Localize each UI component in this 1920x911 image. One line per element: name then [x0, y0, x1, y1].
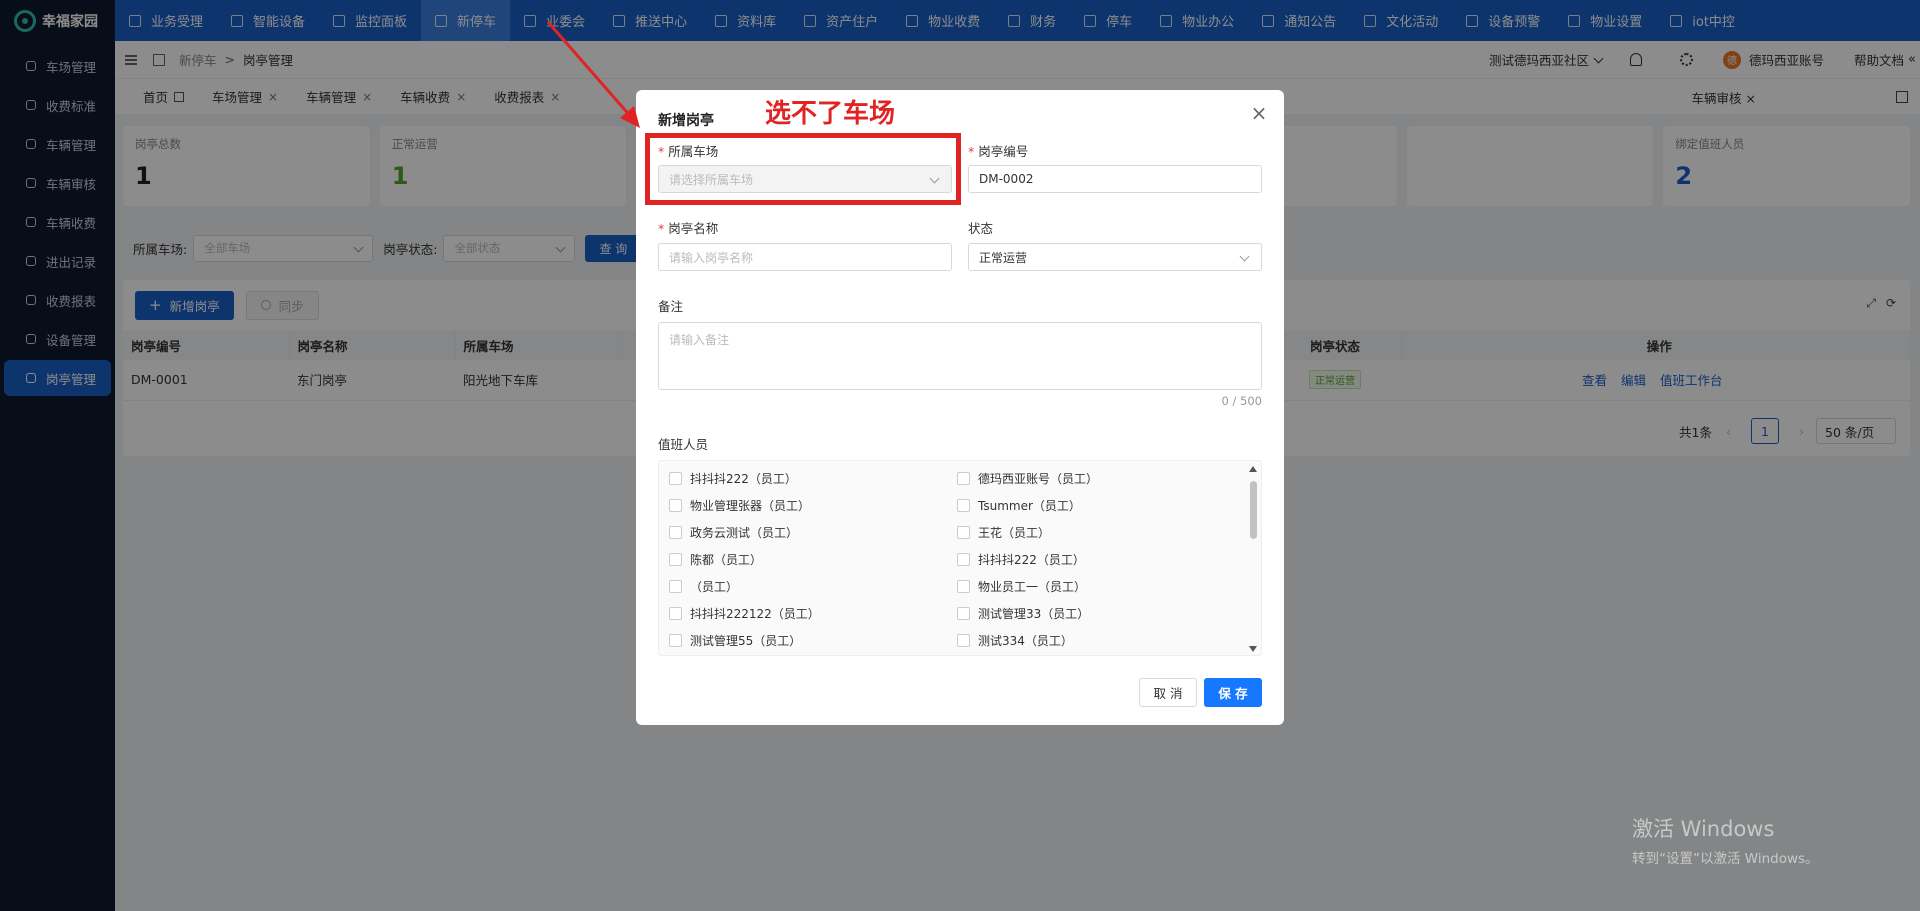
- checkbox[interactable]: [957, 472, 970, 485]
- checkbox[interactable]: [957, 607, 970, 620]
- scroll-up-icon[interactable]: [1249, 466, 1257, 472]
- duty-staff-checkbox[interactable]: 抖抖抖222（员工）: [669, 465, 957, 492]
- name-input[interactable]: 请输入岗亭名称: [658, 243, 952, 271]
- duty-staff-name: Tsummer（员工）: [978, 499, 1081, 513]
- duty-staff-name: 政务云测试（员工）: [690, 526, 799, 540]
- duty-staff-checkbox[interactable]: Tsummer（员工）: [957, 492, 1245, 519]
- required-mark: *: [968, 144, 975, 159]
- duty-staff-checkbox[interactable]: 王花（员工）: [957, 519, 1245, 546]
- os-activation-watermark: 激活 Windows 转到“设置”以激活 Windows。: [1632, 813, 1819, 867]
- duty-staff-checkbox[interactable]: 测试管理33（员工）: [957, 600, 1245, 627]
- scroll-down-icon[interactable]: [1249, 646, 1257, 652]
- duty-staff-name: 王花（员工）: [978, 526, 1051, 540]
- duty-staff-checkbox[interactable]: 德玛西亚账号（员工）: [957, 465, 1245, 492]
- checkbox[interactable]: [957, 580, 970, 593]
- duty-staff-name: 测试管理33（员工）: [978, 607, 1090, 621]
- cancel-button[interactable]: 取 消: [1139, 678, 1197, 707]
- save-button[interactable]: 保 存: [1204, 678, 1262, 707]
- name-label-text: 岗亭名称: [668, 221, 719, 236]
- watermark-line-2: 转到“设置”以激活 Windows。: [1632, 851, 1819, 867]
- duty-staff-checkbox[interactable]: 物业管理张器（员工）: [669, 492, 957, 519]
- code-field-label: * 岗亭编号: [968, 141, 1028, 160]
- duty-staff-grid: 抖抖抖222（员工） 德玛西亚账号（员工） 物业管理张器（员工） Tsummer（员工…: [669, 465, 1244, 654]
- duty-staff-checkbox[interactable]: 陈都（员工）: [669, 546, 957, 573]
- duty-staff-name: 物业员工一（员工）: [978, 580, 1087, 594]
- code-input[interactable]: DM-0002: [968, 165, 1262, 193]
- checkbox[interactable]: [669, 580, 682, 593]
- checkbox[interactable]: [669, 607, 682, 620]
- remark-field-label: 备注: [658, 299, 684, 314]
- duty-staff-list: 抖抖抖222（员工） 德玛西亚账号（员工） 物业管理张器（员工） Tsummer（员工…: [658, 460, 1262, 656]
- duty-staff-name: 德玛西亚账号（员工）: [978, 472, 1099, 486]
- checkbox[interactable]: [957, 634, 970, 647]
- annotation-highlight-box: [645, 133, 961, 205]
- duty-staff-name: 抖抖抖222（员工）: [690, 472, 797, 486]
- checkbox[interactable]: [957, 526, 970, 539]
- duty-staff-checkbox[interactable]: 物业员工一（员工）: [957, 573, 1245, 600]
- duty-staff-checkbox[interactable]: 测试管理55（员工）: [669, 627, 957, 654]
- status-select[interactable]: 正常运营: [968, 243, 1262, 271]
- duty-field-label: 值班人员: [658, 437, 709, 452]
- checkbox[interactable]: [957, 553, 970, 566]
- scroll-thumb[interactable]: [1250, 481, 1257, 539]
- checkbox[interactable]: [669, 526, 682, 539]
- duty-staff-checkbox[interactable]: 测试334（员工）: [957, 627, 1245, 654]
- code-label-text: 岗亭编号: [978, 144, 1029, 159]
- checkbox[interactable]: [669, 472, 682, 485]
- duty-staff-name: 抖抖抖222（员工）: [978, 553, 1085, 567]
- duty-staff-checkbox[interactable]: 抖抖抖222122（员工）: [669, 600, 957, 627]
- close-icon[interactable]: ×: [1250, 103, 1268, 123]
- status-field-label: 状态: [968, 221, 994, 236]
- annotation-text: 选不了车场: [765, 99, 896, 129]
- duty-staff-name: 物业管理张器（员工）: [690, 499, 811, 513]
- remark-textarea[interactable]: 请输入备注: [658, 322, 1262, 390]
- duty-staff-name: 测试334（员工）: [978, 634, 1073, 648]
- duty-staff-name: （员工）: [690, 580, 739, 594]
- checkbox[interactable]: [669, 499, 682, 512]
- checkbox[interactable]: [957, 499, 970, 512]
- name-field-label: * 岗亭名称: [658, 218, 718, 237]
- duty-staff-checkbox[interactable]: （员工）: [669, 573, 957, 600]
- duty-staff-name: 抖抖抖222122（员工）: [690, 607, 820, 621]
- dialog-title: 新增岗亭: [658, 113, 714, 129]
- required-mark: *: [658, 221, 665, 236]
- duty-staff-name: 陈都（员工）: [690, 553, 763, 567]
- duty-staff-checkbox[interactable]: 抖抖抖222（员工）: [957, 546, 1245, 573]
- checkbox[interactable]: [669, 634, 682, 647]
- duty-list-scrollbar[interactable]: [1245, 461, 1261, 655]
- checkbox[interactable]: [669, 553, 682, 566]
- watermark-line-1: 激活 Windows: [1632, 817, 1775, 841]
- remark-counter: 0 / 500: [1221, 394, 1262, 408]
- duty-staff-checkbox[interactable]: 政务云测试（员工）: [669, 519, 957, 546]
- duty-staff-name: 测试管理55（员工）: [690, 634, 802, 648]
